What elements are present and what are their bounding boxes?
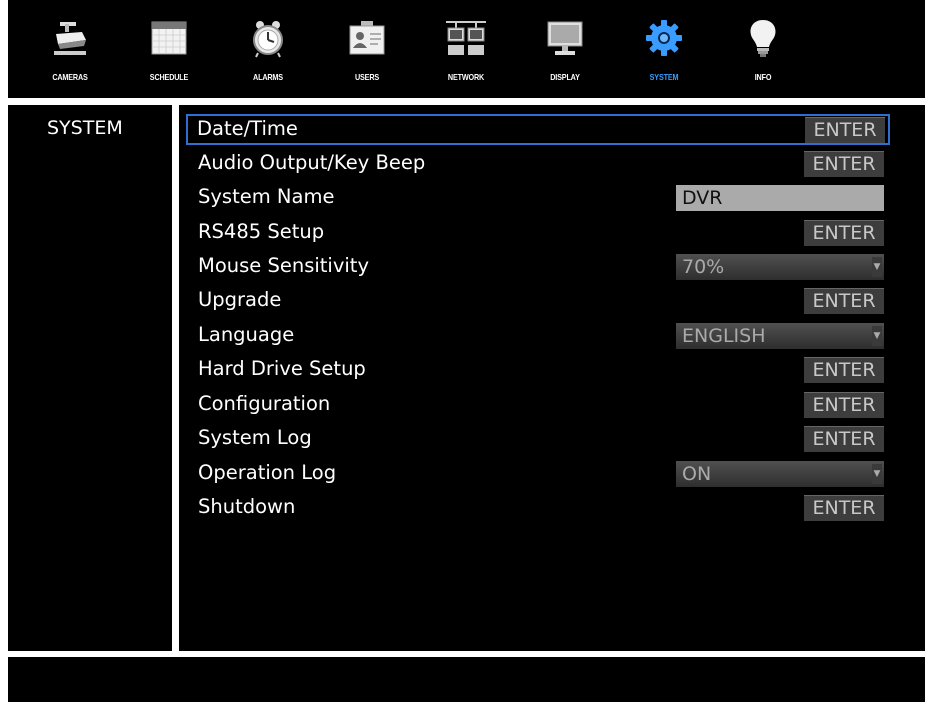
row-configuration[interactable]: Configuration ENTER	[188, 390, 886, 420]
row-label: System Name	[198, 185, 335, 208]
language-dropdown[interactable]: ENGLISH ▼	[676, 323, 884, 349]
alarm-clock-icon	[253, 21, 283, 58]
tab-label: DISPLAY	[550, 72, 580, 82]
row-mouse-sensitivity: Mouse Sensitivity 70% ▼	[188, 252, 886, 282]
system-name-field[interactable]: DVR	[676, 185, 884, 211]
row-label: Upgrade	[198, 288, 282, 311]
gear-icon	[646, 20, 682, 56]
row-label: Audio Output/Key Beep	[198, 151, 426, 174]
row-operation-log: Operation Log ON ▼	[188, 459, 886, 489]
hard-drive-enter-button[interactable]: ENTER	[804, 357, 884, 383]
tab-network[interactable]: NETWORK	[422, 12, 510, 92]
shutdown-enter-button[interactable]: ENTER	[804, 495, 884, 521]
tab-label: ALARMS	[253, 72, 283, 82]
chevron-down-icon: ▼	[872, 257, 882, 277]
row-system-name: System Name DVR	[188, 183, 886, 213]
lightbulb-icon	[750, 20, 776, 57]
audio-enter-button[interactable]: ENTER	[804, 151, 884, 177]
row-shutdown[interactable]: Shutdown ENTER	[188, 493, 886, 523]
upgrade-enter-button[interactable]: ENTER	[804, 288, 884, 314]
row-date-time[interactable]: Date/Time ENTER	[186, 114, 890, 145]
row-label: Configuration	[198, 392, 331, 415]
tab-display[interactable]: DISPLAY	[521, 12, 609, 92]
row-label: System Log	[198, 426, 312, 449]
row-label: RS485 Setup	[198, 220, 325, 243]
row-label: Operation Log	[198, 461, 337, 484]
tab-label: SCHEDULE	[149, 72, 189, 82]
tab-alarms[interactable]: ALARMS	[224, 12, 312, 92]
dropdown-value: ON	[682, 463, 712, 485]
mouse-sensitivity-dropdown[interactable]: 70% ▼	[676, 254, 884, 280]
chevron-down-icon: ▼	[872, 326, 882, 346]
tab-label: CAMERAS	[52, 72, 88, 82]
operation-log-dropdown[interactable]: ON ▼	[676, 461, 884, 487]
row-rs485[interactable]: RS485 Setup ENTER	[188, 218, 886, 248]
tab-users[interactable]: USERS	[323, 12, 411, 92]
row-audio-output[interactable]: Audio Output/Key Beep ENTER	[188, 149, 886, 179]
tab-schedule[interactable]: SCHEDULE	[125, 12, 213, 92]
system-log-enter-button[interactable]: ENTER	[804, 426, 884, 452]
chevron-down-icon: ▼	[872, 464, 882, 484]
row-label: Date/Time	[197, 117, 298, 140]
row-language: Language ENGLISH ▼	[188, 321, 886, 351]
tab-label: SYSTEM	[649, 72, 679, 82]
dropdown-value: 70%	[682, 256, 725, 278]
sidebar-divider	[172, 105, 179, 651]
top-nav-bar: CAMERAS SCHEDULE ALARMS USERS NETWORK DI…	[8, 0, 925, 100]
tab-label: USERS	[354, 72, 380, 82]
camera-icon	[54, 22, 86, 55]
tab-label: NETWORK	[447, 72, 485, 82]
configuration-enter-button[interactable]: ENTER	[804, 392, 884, 418]
tab-system[interactable]: SYSTEM	[620, 12, 708, 92]
row-hard-drive[interactable]: Hard Drive Setup ENTER	[188, 355, 886, 385]
monitor-icon	[547, 21, 583, 55]
tab-label: INFO	[754, 72, 772, 82]
row-upgrade[interactable]: Upgrade ENTER	[188, 286, 886, 316]
left-border	[0, 0, 8, 702]
row-label: Shutdown	[198, 495, 296, 518]
row-label: Hard Drive Setup	[198, 357, 366, 380]
network-icon	[446, 21, 486, 55]
section-title: SYSTEM	[47, 117, 123, 139]
tab-cameras[interactable]: CAMERAS	[26, 12, 114, 92]
dvr-screen: CAMERAS SCHEDULE ALARMS USERS NETWORK DI…	[0, 0, 925, 702]
rs485-enter-button[interactable]: ENTER	[804, 220, 884, 246]
row-label: Mouse Sensitivity	[198, 254, 369, 277]
id-card-icon	[349, 21, 385, 55]
header-divider	[8, 98, 925, 105]
dropdown-value: ENGLISH	[682, 325, 766, 347]
calendar-icon	[151, 21, 187, 55]
tab-info[interactable]: INFO	[719, 12, 807, 92]
footer-divider	[8, 651, 925, 657]
row-label: Language	[198, 323, 295, 346]
date-time-enter-button[interactable]: ENTER	[805, 117, 885, 143]
row-system-log[interactable]: System Log ENTER	[188, 424, 886, 454]
